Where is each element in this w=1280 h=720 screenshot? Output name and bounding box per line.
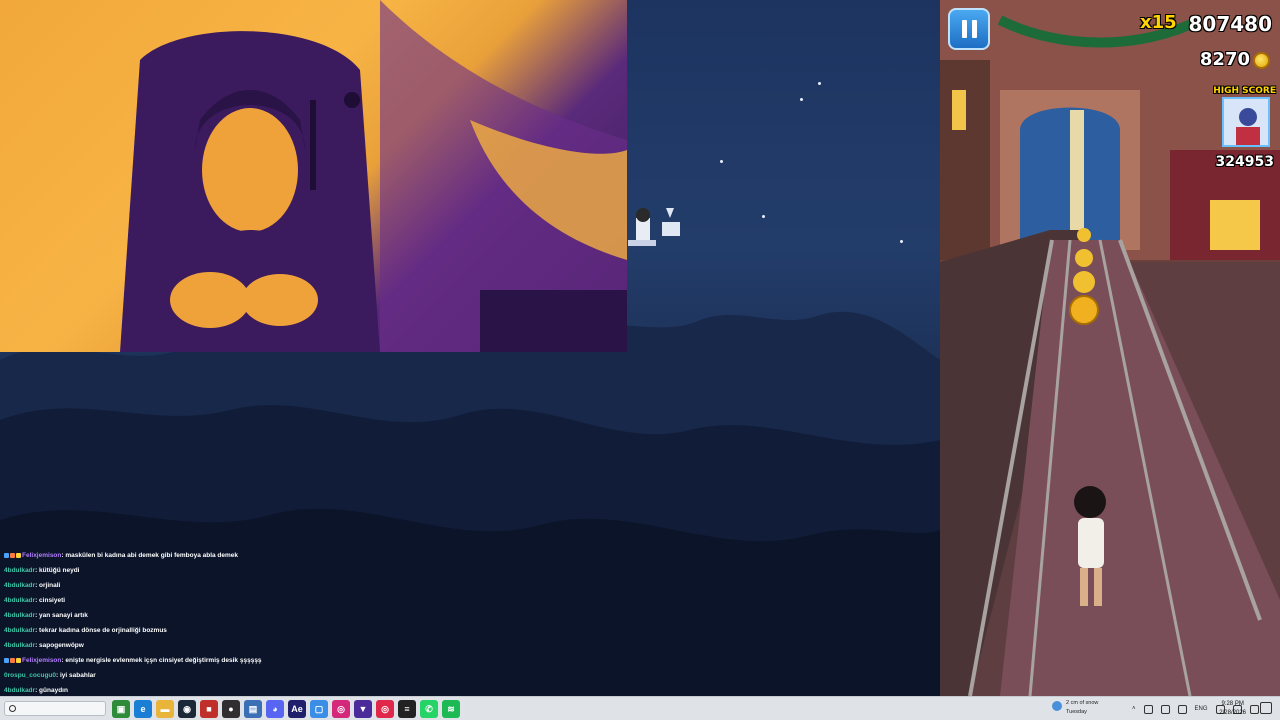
chat-username[interactable]: 4bdulkadr xyxy=(4,612,35,619)
chat-message: Felixjemison: enişte nergisle evlenmek i… xyxy=(4,653,304,668)
chat-username[interactable]: 4bdulkadr xyxy=(4,582,35,589)
star xyxy=(818,82,821,85)
chat-message-text: günaydın xyxy=(39,687,68,694)
weather-widget[interactable]: 2 cm of snow Tuesday xyxy=(1052,699,1098,717)
app-red-icon[interactable]: ■ xyxy=(200,700,218,718)
pause-icon xyxy=(961,20,967,38)
webcam-feed xyxy=(0,0,627,352)
chat-username[interactable]: 4bdulkadr xyxy=(4,567,35,574)
chat-message: 4bdulkadr: cinsiyeti xyxy=(4,593,304,608)
chat-message: 0rospu_cocugu0: iyi sabahlar xyxy=(4,668,304,683)
whatsapp-icon[interactable]: ✆ xyxy=(420,700,438,718)
spotify-icon[interactable]: ≋ xyxy=(442,700,460,718)
chat-overlay: Felixjemison: maskülen bi kadına abi dem… xyxy=(4,548,304,713)
pause-icon xyxy=(971,20,977,38)
chat-message: 4bdulkadr: tekrar kadına dönse de orjina… xyxy=(4,623,304,638)
chat-message-text: orjinali xyxy=(39,582,61,589)
taskbar-search-box[interactable] xyxy=(4,701,106,716)
search-icon xyxy=(9,705,16,712)
network-icon[interactable] xyxy=(1249,704,1259,714)
microphone-icon[interactable] xyxy=(1177,704,1187,714)
tray-app-icon[interactable] xyxy=(1160,704,1170,714)
language-indicator[interactable]: ENG xyxy=(1195,706,1208,712)
steam-icon[interactable]: ◉ xyxy=(178,700,196,718)
stream-screen: Felixjemison: maskülen bi kadına abi dem… xyxy=(0,0,1280,720)
chat-message-text: yan sanayi artık xyxy=(39,612,88,619)
chat-message: Felixjemison: maskülen bi kadına abi dem… xyxy=(4,548,304,563)
star xyxy=(900,240,903,243)
chat-username[interactable]: 4bdulkadr xyxy=(4,687,35,694)
chat-badge-icon xyxy=(4,552,9,558)
tray-chevron-icon[interactable]: ˄ xyxy=(1132,706,1136,712)
adobe-ae-icon[interactable]: Ae xyxy=(288,700,306,718)
chat-message: 4bdulkadr: sapogenwöpw xyxy=(4,638,304,653)
clock-time: 9:28 PM xyxy=(1221,701,1244,707)
flying-characters-sprite xyxy=(628,208,680,246)
windows-taskbar: ▣ e ▬ ◉ ■ ● ▤ ◕ Ae ▢ ◎ ▼ ◎ ≡ ✆ ≋ 2 cm of snow Tuesday ˄… xyxy=(0,696,1280,720)
app-pink-icon[interactable]: ◎ xyxy=(332,700,350,718)
notification-icon[interactable] xyxy=(1260,702,1272,714)
chat-username[interactable]: 4bdulkadr xyxy=(4,627,35,634)
chat-message-text: cinsiyeti xyxy=(39,597,66,604)
webcam-streamer-image xyxy=(120,0,627,352)
chat-message-text: sapogenwöpw xyxy=(39,642,84,649)
taskbar-app-icons: ▣ e ▬ ◉ ■ ● ▤ ◕ Ae ▢ ◎ ▼ ◎ ≡ ✆ ≋ xyxy=(112,700,460,718)
chat-message: 4bdulkadr: yan sanayi artık xyxy=(4,608,304,623)
score-value: 807480 xyxy=(1188,12,1273,36)
high-score-value: 324953 xyxy=(1215,154,1274,170)
chat-username[interactable]: 0rospu_cocugu0 xyxy=(4,672,56,679)
star xyxy=(720,160,723,163)
chat-badge-icon xyxy=(16,552,21,558)
taskbar-clock[interactable]: 9:28 PM 2/28/2026 xyxy=(1219,700,1246,718)
pause-button[interactable] xyxy=(948,8,990,50)
chat-badge-icon xyxy=(10,552,15,558)
star xyxy=(800,98,803,101)
coin-count: 8270 xyxy=(1199,49,1250,70)
app-green-icon[interactable]: ▣ xyxy=(112,700,130,718)
chat-message-text: enişte nergisle evlenmek içşn cinsiyet d… xyxy=(65,657,262,664)
discord-icon[interactable]: ◕ xyxy=(266,700,284,718)
chat-badge-icon xyxy=(16,657,21,663)
clock-date: 2/28/2026 xyxy=(1219,710,1246,716)
star xyxy=(762,215,765,218)
app-window-icon[interactable]: ▢ xyxy=(310,700,328,718)
coin-icon xyxy=(1253,52,1270,69)
game-panel[interactable]: x15 807480 8270 HIGH SCORE 324953 xyxy=(940,0,1280,696)
app-blue-icon[interactable]: ▤ xyxy=(244,700,262,718)
tray-app-icon[interactable] xyxy=(1143,704,1153,714)
chat-message-text: kütüğü neydi xyxy=(39,567,80,574)
chat-message: 4bdulkadr: orjinali xyxy=(4,578,304,593)
edge-icon[interactable]: e xyxy=(134,700,152,718)
chat-message-text: maskülen bi kadına abi demek gibi femboy… xyxy=(65,552,239,559)
chat-badge-icon xyxy=(4,657,9,663)
high-score-label: HIGH SCORE xyxy=(1213,86,1276,96)
epic-icon[interactable]: ≡ xyxy=(398,700,416,718)
chat-message-text: tekrar kadına dönse de orjinalliği bozmu… xyxy=(39,627,167,634)
chat-username[interactable]: 4bdulkadr xyxy=(4,597,35,604)
obs-icon[interactable]: ● xyxy=(222,700,240,718)
weather-icon xyxy=(1052,701,1062,711)
app-red-circle-icon[interactable]: ◎ xyxy=(376,700,394,718)
chat-username[interactable]: Felixjemison xyxy=(22,657,61,664)
file-explorer-icon[interactable]: ▬ xyxy=(156,700,174,718)
high-score-avatar xyxy=(1222,97,1270,147)
chat-message: 4bdulkadr: kütüğü neydi xyxy=(4,563,304,578)
chat-badge-icon xyxy=(10,657,15,663)
proton-vpn-icon[interactable]: ▼ xyxy=(354,700,372,718)
chat-message-text: iyi sabahlar xyxy=(60,672,96,679)
chat-username[interactable]: 4bdulkadr xyxy=(4,642,35,649)
chat-username[interactable]: Felixjemison xyxy=(22,552,61,559)
score-multiplier: x15 xyxy=(1140,12,1177,33)
